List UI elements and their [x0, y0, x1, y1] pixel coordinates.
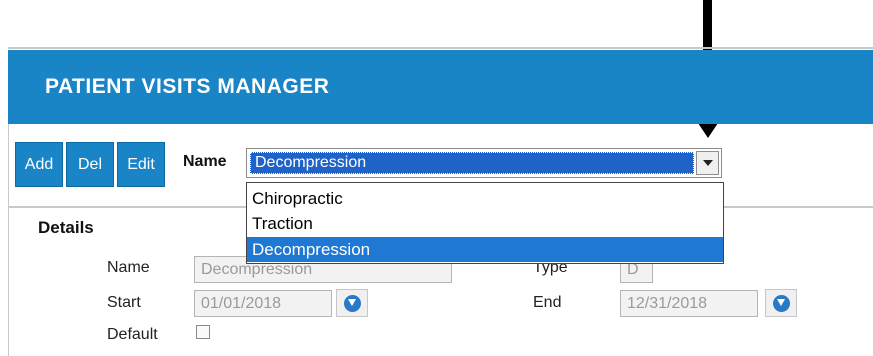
down-arrow-circle-icon: [772, 294, 790, 312]
dropdown-option-traction[interactable]: Traction: [247, 211, 723, 236]
name-combobox-value[interactable]: Decompression: [250, 152, 694, 174]
end-date-picker-button[interactable]: [765, 289, 797, 317]
detail-start-date-field[interactable]: 01/01/2018: [194, 290, 332, 317]
detail-end-label: End: [533, 294, 562, 311]
window-top-border: [8, 47, 873, 49]
name-selector-label: Name: [183, 153, 227, 170]
delete-button[interactable]: Del: [66, 142, 114, 187]
detail-name-label: Name: [107, 259, 150, 276]
window-left-border: [8, 124, 9, 356]
detail-default-label: Default: [107, 326, 158, 343]
chevron-down-icon: [702, 160, 713, 166]
detail-end-date-field[interactable]: 12/31/2018: [620, 290, 758, 317]
name-combobox[interactable]: Decompression: [246, 148, 722, 178]
details-section-title: Details: [38, 218, 94, 237]
start-date-picker-button[interactable]: [336, 289, 368, 317]
detail-start-label: Start: [107, 294, 141, 311]
add-button[interactable]: Add: [15, 142, 63, 187]
edit-button[interactable]: Edit: [117, 142, 165, 187]
default-checkbox[interactable]: [196, 325, 210, 339]
name-dropdown-list[interactable]: Chiropractic Traction Decompression: [246, 182, 724, 264]
window-title: PATIENT VISITS MANAGER: [45, 75, 330, 98]
down-arrow-circle-icon: [343, 294, 361, 312]
dropdown-option-decompression[interactable]: Decompression: [247, 237, 723, 262]
dropdown-option-chiropractic[interactable]: Chiropractic: [247, 186, 723, 211]
combobox-dropdown-button[interactable]: [696, 151, 719, 175]
